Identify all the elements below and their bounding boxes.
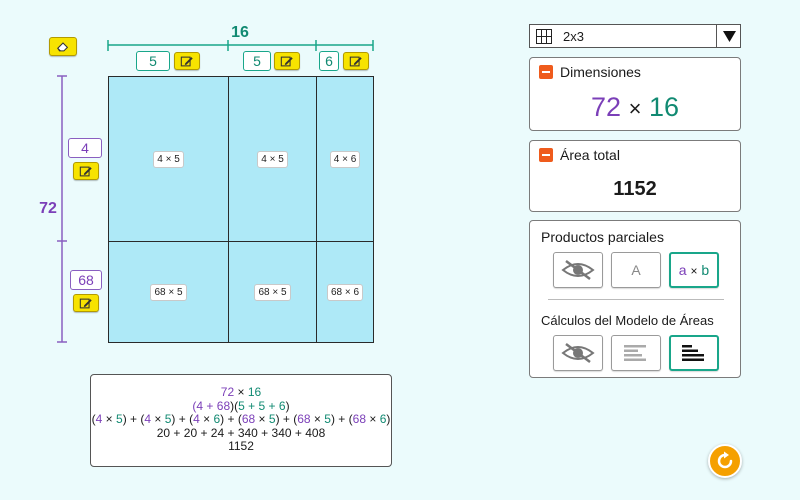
edit-width-2-button[interactable] (274, 52, 300, 70)
cell-product-label: 4 × 5 (153, 150, 184, 168)
cell-product-label: 68 × 5 (254, 283, 291, 301)
formula-line-2: (4 + 68)(5 + 5 + 6) (192, 398, 290, 413)
formula-line-5: 1152 (228, 439, 254, 453)
letter-a-label: A (631, 262, 641, 278)
collapse-area-button[interactable] (539, 148, 553, 162)
area-cell: 4 × 6 (316, 76, 374, 242)
align-lines-light-icon (624, 345, 646, 361)
reset-button[interactable] (708, 444, 742, 478)
edit-height-1-button[interactable] (73, 162, 99, 180)
chevron-down-icon[interactable] (723, 31, 736, 42)
grid-size-select[interactable]: 2x3 (529, 24, 741, 48)
dimension-b: 16 (648, 92, 679, 122)
axb-label: a × b (678, 262, 710, 278)
width-total-label: 16 (231, 24, 249, 41)
options-panel: Productos parciales A a × b Cálculos del… (529, 220, 741, 378)
edit-icon (79, 298, 92, 308)
reset-icon (717, 451, 733, 469)
hide-products-toggle[interactable] (553, 252, 603, 288)
clear-button[interactable] (49, 37, 77, 56)
select-divider (716, 25, 717, 47)
formula-line-4: 20 + 20 + 24 + 340 + 340 + 408 (156, 425, 326, 440)
short-calculations-toggle[interactable] (611, 335, 661, 371)
eraser-icon (57, 42, 69, 52)
cell-product-label: 68 × 5 (150, 283, 187, 301)
area-total-panel: Área total 1152 (529, 140, 741, 212)
width-factor-3[interactable]: 6 (319, 51, 339, 71)
height-factor-2[interactable]: 68 (70, 270, 102, 290)
hide-calculations-toggle[interactable] (553, 335, 603, 371)
dimensions-value: 72 × 16 (530, 92, 740, 123)
options-divider (548, 299, 724, 300)
formula-line-1: 72 × 16 (220, 385, 262, 399)
edit-icon (180, 56, 193, 66)
dimensions-panel: Dimensiones 72 × 16 (529, 57, 741, 131)
cell-product-label: 4 × 5 (257, 150, 288, 168)
grid-icon (536, 29, 552, 44)
area-cell: 4 × 5 (108, 76, 229, 242)
axb-products-toggle[interactable]: a × b (669, 252, 719, 288)
cell-product-label: 4 × 6 (329, 150, 361, 168)
dimensions-title: Dimensiones (560, 64, 641, 80)
grid-size-value: 2x3 (563, 29, 584, 44)
area-cell: 68 × 5 (108, 241, 229, 343)
formula-line-3: (4 × 5) + (4 × 5) + (4 × 6) + (68 × 5) +… (91, 412, 391, 426)
eye-slash-icon (561, 343, 595, 363)
edit-height-2-button[interactable] (73, 294, 99, 312)
height-factor-1[interactable]: 4 (68, 138, 102, 158)
area-cell: 4 × 5 (228, 76, 317, 242)
partial-products-title: Productos parciales (541, 229, 664, 245)
dimension-a: 72 (591, 92, 622, 122)
area-cell: 68 × 5 (228, 241, 317, 343)
formula-panel: 72 × 16 (4 + 68)(5 + 5 + 6) (4 × 5) + (4… (90, 374, 392, 467)
width-factor-2[interactable]: 5 (243, 51, 271, 71)
calculations-title: Cálculos del Modelo de Áreas (541, 313, 714, 328)
dimension-times: × (628, 96, 642, 121)
edit-icon (79, 166, 92, 176)
collapse-dimensions-button[interactable] (539, 65, 553, 79)
align-lines-dark-icon (682, 345, 704, 361)
height-total-label: 72 (39, 200, 57, 217)
letter-products-toggle[interactable]: A (611, 252, 661, 288)
cell-product-label: 68 × 6 (326, 283, 364, 301)
width-factor-1[interactable]: 5 (136, 51, 170, 71)
eye-slash-icon (561, 260, 595, 280)
area-total-title: Área total (560, 147, 620, 163)
full-calculations-toggle[interactable] (669, 335, 719, 371)
edit-icon (349, 56, 362, 66)
area-cell: 68 × 6 (316, 241, 374, 343)
edit-width-1-button[interactable] (174, 52, 200, 70)
edit-icon (280, 56, 293, 66)
edit-width-3-button[interactable] (343, 52, 369, 70)
area-total-value: 1152 (613, 178, 657, 200)
